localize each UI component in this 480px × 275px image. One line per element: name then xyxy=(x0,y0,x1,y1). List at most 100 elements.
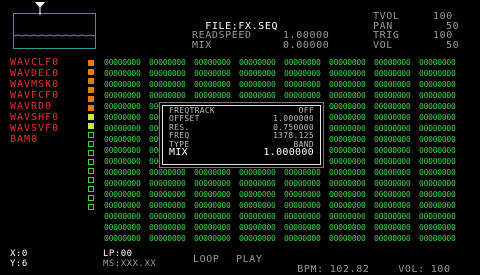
pattern-cell[interactable]: 00000000 xyxy=(329,102,370,113)
pattern-cell[interactable]: 00000000 xyxy=(419,190,460,201)
pattern-cell[interactable]: 00000000 xyxy=(284,179,325,190)
track-indicator[interactable] xyxy=(88,159,94,165)
pattern-cell[interactable]: 00000000 xyxy=(104,168,145,179)
pattern-cell[interactable]: 00000000 xyxy=(104,146,145,157)
pattern-cell[interactable]: 00000000 xyxy=(284,58,325,69)
pattern-cell[interactable]: 00000000 xyxy=(419,157,460,168)
pattern-cell[interactable]: 00000000 xyxy=(194,69,235,80)
pattern-cell[interactable]: 00000000 xyxy=(419,223,460,234)
master-volume[interactable]: VOL: 100 xyxy=(385,255,451,275)
track-name[interactable] xyxy=(10,146,59,157)
pattern-cell[interactable]: 00000000 xyxy=(419,234,460,245)
pattern-cell[interactable]: 00000000 xyxy=(194,201,235,212)
track-indicator[interactable] xyxy=(88,132,94,138)
pattern-cell[interactable]: 00000000 xyxy=(419,135,460,146)
pattern-cell[interactable]: 00000000 xyxy=(419,102,460,113)
pattern-cell[interactable]: 00000000 xyxy=(104,69,145,80)
pattern-cell[interactable]: 00000000 xyxy=(284,69,325,80)
pattern-cell[interactable]: 00000000 xyxy=(374,80,415,91)
pattern-cell[interactable]: 00000000 xyxy=(104,80,145,91)
pattern-cell[interactable]: 00000000 xyxy=(194,190,235,201)
pattern-cell[interactable]: 00000000 xyxy=(194,58,235,69)
pattern-cell[interactable]: 00000000 xyxy=(374,113,415,124)
track-indicator[interactable] xyxy=(88,177,94,183)
pattern-cell[interactable]: 00000000 xyxy=(239,179,280,190)
track-name[interactable] xyxy=(10,157,59,168)
pattern-cell[interactable]: 00000000 xyxy=(284,201,325,212)
pattern-cell[interactable]: 00000000 xyxy=(329,223,370,234)
pattern-cell[interactable]: 00000000 xyxy=(329,113,370,124)
pattern-cell[interactable]: 00000000 xyxy=(239,69,280,80)
pattern-cell[interactable]: 00000000 xyxy=(149,201,190,212)
pattern-cell[interactable]: 00000000 xyxy=(239,91,280,102)
playhead-marker-icon[interactable] xyxy=(35,0,45,15)
track-indicator[interactable] xyxy=(88,168,94,174)
pattern-cell[interactable]: 00000000 xyxy=(419,146,460,157)
track-indicator[interactable] xyxy=(88,150,94,156)
pattern-cell[interactable]: 00000000 xyxy=(194,80,235,91)
pattern-cell[interactable]: 00000000 xyxy=(149,80,190,91)
pattern-cell[interactable]: 00000000 xyxy=(284,80,325,91)
track-indicator[interactable] xyxy=(88,78,94,84)
pattern-cell[interactable]: 00000000 xyxy=(419,124,460,135)
pattern-cell[interactable]: 00000000 xyxy=(149,212,190,223)
pattern-cell[interactable]: 00000000 xyxy=(419,201,460,212)
pattern-cell[interactable]: 00000000 xyxy=(239,201,280,212)
effect-param-row[interactable]: MIX 1.000000 xyxy=(163,147,320,157)
pattern-cell[interactable]: 00000000 xyxy=(194,223,235,234)
pattern-cell[interactable]: 00000000 xyxy=(104,179,145,190)
pattern-cell[interactable]: 00000000 xyxy=(329,234,370,245)
pattern-cell[interactable]: 00000000 xyxy=(104,91,145,102)
pattern-cell[interactable]: 00000000 xyxy=(104,201,145,212)
loop-mode-button[interactable]: LOOP xyxy=(193,255,219,265)
pattern-cell[interactable]: 00000000 xyxy=(239,190,280,201)
pattern-cell[interactable]: 00000000 xyxy=(284,234,325,245)
pattern-cell[interactable]: 00000000 xyxy=(329,190,370,201)
track-name[interactable] xyxy=(10,212,59,223)
pattern-cell[interactable]: 00000000 xyxy=(329,80,370,91)
pattern-cell[interactable]: 00000000 xyxy=(329,124,370,135)
pattern-cell[interactable]: 00000000 xyxy=(284,91,325,102)
pattern-cell[interactable]: 00000000 xyxy=(374,124,415,135)
pattern-cell[interactable]: 00000000 xyxy=(374,135,415,146)
pattern-cell[interactable]: 00000000 xyxy=(149,223,190,234)
pattern-cell[interactable]: 00000000 xyxy=(149,168,190,179)
track-indicator[interactable] xyxy=(88,60,94,66)
pattern-cell[interactable]: 00000000 xyxy=(149,91,190,102)
pattern-cell[interactable]: 00000000 xyxy=(374,168,415,179)
pattern-cell[interactable]: 00000000 xyxy=(104,113,145,124)
pattern-cell[interactable]: 00000000 xyxy=(284,223,325,234)
pattern-cell[interactable]: 00000000 xyxy=(104,157,145,168)
pattern-cell[interactable]: 00000000 xyxy=(419,91,460,102)
pattern-cell[interactable]: 00000000 xyxy=(374,102,415,113)
pattern-cell[interactable]: 00000000 xyxy=(329,69,370,80)
track-indicator[interactable] xyxy=(88,105,94,111)
pattern-cell[interactable]: 00000000 xyxy=(419,212,460,223)
track-indicator[interactable] xyxy=(88,87,94,93)
pattern-cell[interactable]: 00000000 xyxy=(374,223,415,234)
pattern-cell[interactable]: 00000000 xyxy=(284,190,325,201)
track-name[interactable] xyxy=(10,223,59,234)
track-indicator[interactable] xyxy=(88,186,94,192)
pattern-cell[interactable]: 00000000 xyxy=(329,58,370,69)
bpm-readout[interactable]: BPM: 102.82 xyxy=(284,255,369,275)
pattern-cell[interactable]: 00000000 xyxy=(239,58,280,69)
pattern-cell[interactable]: 00000000 xyxy=(284,212,325,223)
pattern-cell[interactable]: 00000000 xyxy=(104,124,145,135)
pattern-cell[interactable]: 00000000 xyxy=(239,168,280,179)
track-indicator[interactable] xyxy=(88,69,94,75)
pattern-cell[interactable]: 00000000 xyxy=(194,91,235,102)
pattern-cell[interactable]: 00000000 xyxy=(329,168,370,179)
pattern-cell[interactable]: 00000000 xyxy=(149,58,190,69)
track-indicator[interactable] xyxy=(88,141,94,147)
pattern-cell[interactable]: 00000000 xyxy=(329,201,370,212)
pattern-cell[interactable]: 00000000 xyxy=(149,69,190,80)
pattern-cell[interactable]: 00000000 xyxy=(374,179,415,190)
track-indicator[interactable] xyxy=(88,195,94,201)
pattern-cell[interactable]: 00000000 xyxy=(194,212,235,223)
pattern-cell[interactable]: 00000000 xyxy=(329,157,370,168)
pattern-cell[interactable]: 00000000 xyxy=(104,58,145,69)
pattern-cell[interactable]: 00000000 xyxy=(374,157,415,168)
pattern-cell[interactable]: 00000000 xyxy=(239,80,280,91)
track-name[interactable] xyxy=(10,190,59,201)
